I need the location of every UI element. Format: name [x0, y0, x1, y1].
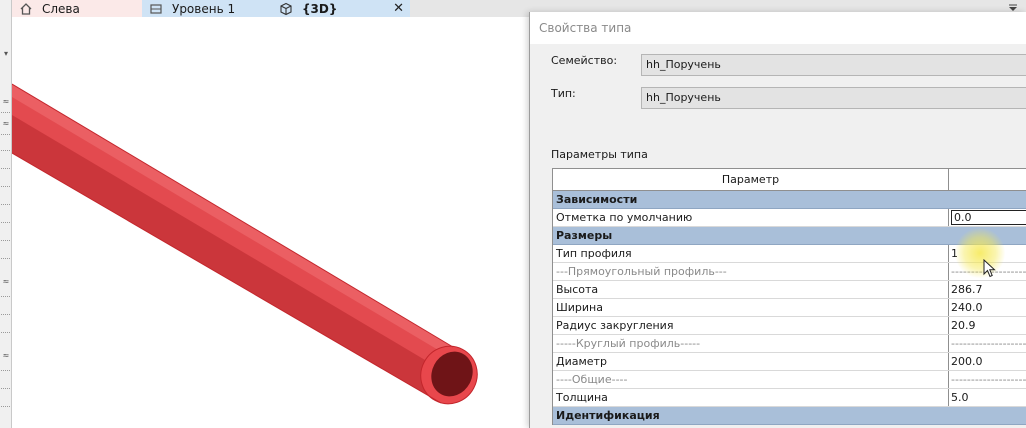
dialog-title: Свойства типа [539, 21, 632, 35]
table-row[interactable]: Тип профиля 1 [553, 245, 1026, 263]
table-header: Параметр [553, 169, 1026, 191]
param-name: Диаметр [553, 353, 949, 370]
param-value[interactable]: 240.0 [949, 299, 1026, 316]
param-name: ---Прямоугольный профиль--- [553, 263, 949, 280]
dialog-titlebar[interactable]: Свойства типа [530, 12, 1026, 44]
param-name: Радиус закругления [553, 317, 949, 334]
collapse-icon[interactable]: ≈ [0, 120, 12, 128]
table-row[interactable]: Ширина 240.0 [553, 299, 1026, 317]
collapse-icon[interactable]: ≈ [0, 352, 12, 360]
param-value[interactable]: 1 [949, 245, 1026, 262]
param-name: ----Общие---- [553, 371, 949, 388]
divider [1, 222, 10, 223]
3d-viewport[interactable] [11, 17, 532, 428]
type-parameters-label: Параметры типа [551, 148, 648, 161]
tab-label: Слева [42, 1, 80, 16]
table-row[interactable]: -----Круглый профиль----- --------------… [553, 335, 1026, 353]
table-row[interactable]: ----Общие---- ------------------- [553, 371, 1026, 389]
family-row: Семейство: hh_Поручень [551, 54, 1026, 76]
param-value[interactable]: ------------------- [949, 371, 1026, 388]
param-value[interactable]: 20.9 [949, 317, 1026, 334]
column-header-parameter[interactable]: Параметр [553, 169, 949, 190]
group-row-constraints[interactable]: Зависимости [553, 191, 1026, 209]
param-value-input[interactable]: 0.0 [951, 210, 1026, 225]
table-row[interactable]: Диаметр 200.0 [553, 353, 1026, 371]
param-name: Ширина [553, 299, 949, 316]
param-name: Тип профиля [553, 245, 949, 262]
divider [1, 240, 10, 241]
divider [1, 204, 10, 205]
param-name: Толщина [553, 389, 949, 406]
type-label: Тип: [551, 87, 576, 100]
param-value-cell[interactable]: 0.0 [949, 209, 1026, 226]
divider [1, 406, 10, 407]
divider [1, 296, 10, 297]
param-value[interactable]: 286.7 [949, 281, 1026, 298]
param-name: Высота [553, 281, 949, 298]
pipe-3d-model[interactable] [11, 17, 532, 428]
type-row: Тип: hh_Поручень [551, 87, 1026, 109]
3d-view-icon [280, 2, 292, 15]
table-row[interactable]: Отметка по умолчанию 0.0 [553, 209, 1026, 227]
tab-label: {3D} [302, 1, 338, 16]
column-header-value[interactable] [949, 169, 1026, 190]
param-name: Отметка по умолчанию [553, 209, 949, 226]
family-select[interactable]: hh_Поручень [641, 54, 1026, 76]
table-row[interactable]: Высота 286.7 [553, 281, 1026, 299]
param-value[interactable]: ------------------- [949, 263, 1026, 280]
divider [1, 370, 10, 371]
tab-left-view[interactable]: Слева [12, 0, 142, 17]
tab-level-1[interactable]: Уровень 1 [142, 0, 272, 17]
group-row-identity[interactable]: Идентификация [553, 407, 1026, 425]
home-icon [20, 2, 32, 15]
tab-3d-view[interactable]: {3D} ✕ [272, 0, 410, 17]
table-row[interactable]: ---Прямоугольный профиль--- ------------… [553, 263, 1026, 281]
divider [1, 150, 10, 151]
type-parameters-table: Параметр Зависимости Отметка по умолчани… [552, 168, 1026, 425]
collapse-icon[interactable]: ≈ [0, 98, 12, 106]
divider [1, 168, 10, 169]
table-row[interactable]: Толщина 5.0 [553, 389, 1026, 407]
divider [1, 332, 10, 333]
table-row[interactable]: Радиус закругления 20.9 [553, 317, 1026, 335]
family-label: Семейство: [551, 54, 618, 67]
divider [1, 388, 10, 389]
type-properties-dialog: Свойства типа Семейство: hh_Поручень Тип… [529, 12, 1026, 428]
divider [1, 134, 10, 135]
tab-label: Уровень 1 [172, 1, 236, 16]
param-name: -----Круглый профиль----- [553, 335, 949, 352]
param-value[interactable]: 5.0 [949, 389, 1026, 406]
divider [1, 314, 10, 315]
level-view-icon [150, 3, 162, 14]
close-icon[interactable]: ✕ [393, 0, 404, 17]
group-row-dimensions[interactable]: Размеры [553, 227, 1026, 245]
divider [1, 112, 10, 113]
divider [1, 186, 10, 187]
revit-window: ▾ ≈ ≈ ≈ ≈ Слева Уровень 1 {3D} ✕ Свойств… [0, 0, 1026, 428]
type-select[interactable]: hh_Поручень [641, 87, 1026, 109]
left-panel-strip[interactable]: ▾ ≈ ≈ ≈ ≈ [0, 0, 12, 428]
collapse-icon[interactable]: ≈ [0, 278, 12, 286]
param-value[interactable]: 200.0 [949, 353, 1026, 370]
divider [1, 258, 10, 259]
param-value[interactable]: ------------------- [949, 335, 1026, 352]
chevron-down-icon[interactable]: ▾ [0, 50, 12, 58]
